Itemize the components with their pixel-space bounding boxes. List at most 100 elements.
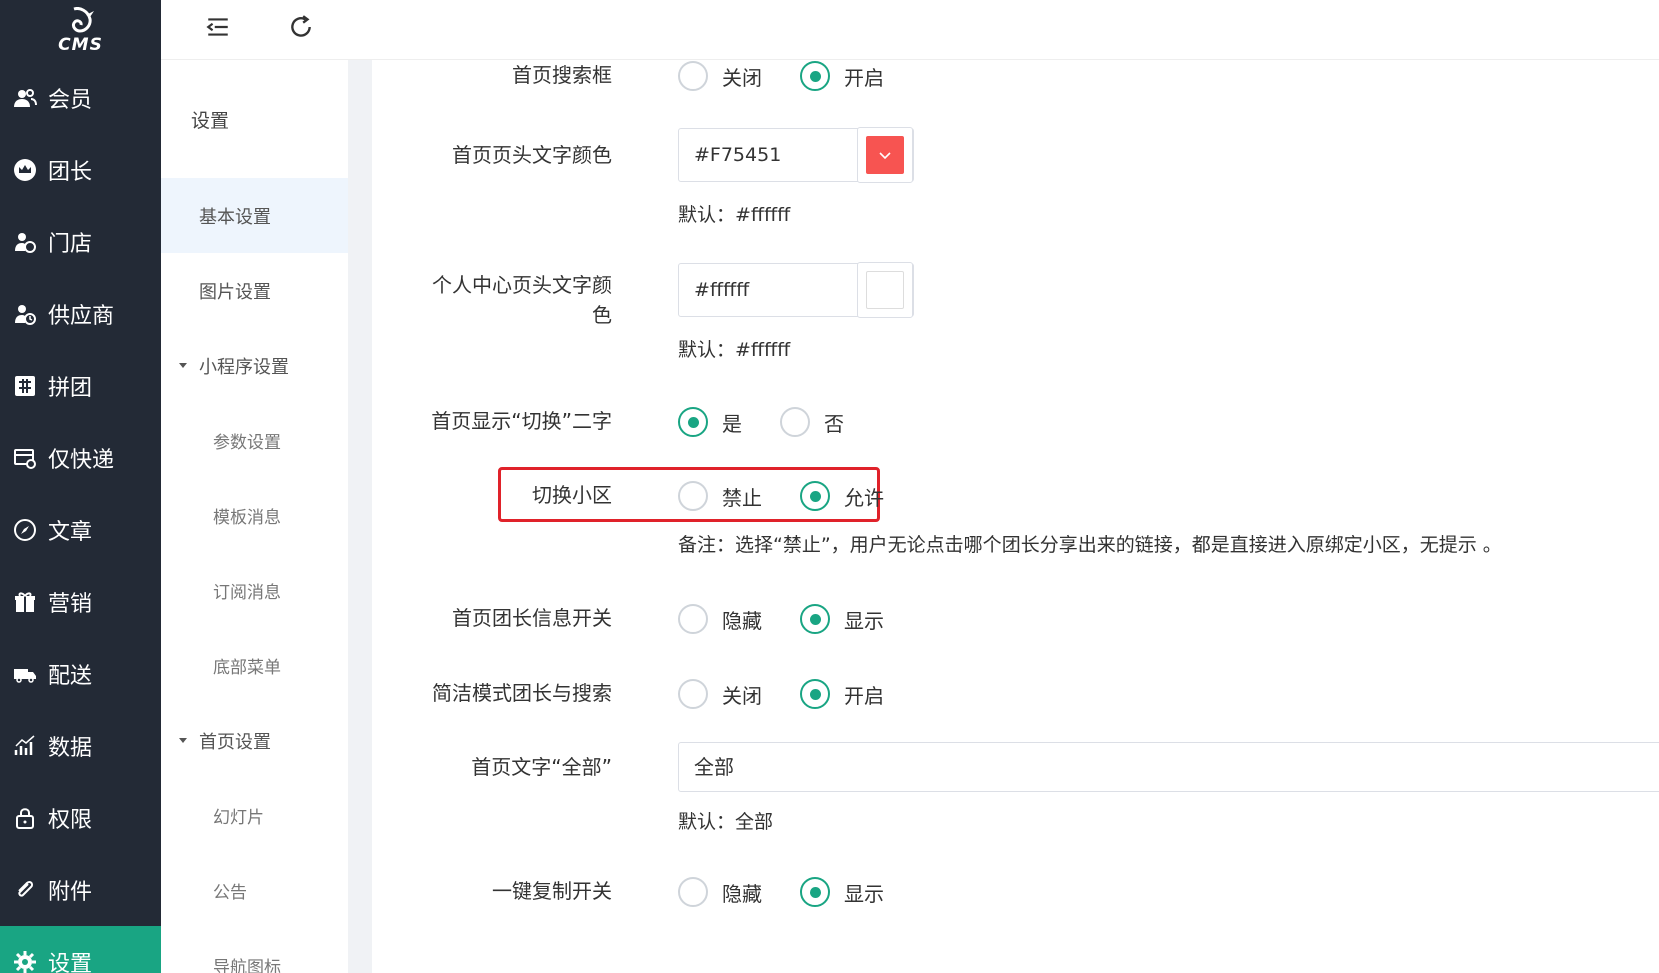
sidebar-item-attachments[interactable]: 附件 <box>0 854 161 926</box>
simple-mode-label: 简洁模式团长与搜索 <box>432 681 612 705</box>
sidebar-item-leaders[interactable]: 团长 <box>0 134 161 206</box>
search-box-label: 首页搜索框 <box>512 63 612 87</box>
sidebar-item-members[interactable]: 会员 <box>0 62 161 134</box>
switch-community-label: 切换小区 <box>532 483 612 507</box>
leader-info-radio-group: 隐藏 显示 <box>678 604 922 634</box>
radio-label: 显示 <box>844 881 884 906</box>
header-color-picker[interactable]: #F75451 <box>678 127 914 183</box>
sidebar-item-suppliers[interactable]: 供应商 <box>0 278 161 350</box>
radio-label: 隐藏 <box>722 881 762 906</box>
radio-show-yes[interactable]: 是 <box>678 407 742 437</box>
sidebar-item-label: 门店 <box>48 232 93 257</box>
sidebar-item-articles[interactable]: 文章 <box>0 494 161 566</box>
radio-circle <box>678 61 708 91</box>
refresh-icon[interactable] <box>286 12 316 42</box>
label-line: 色 <box>592 303 612 327</box>
truck-icon <box>12 661 38 687</box>
radio-circle-selected <box>678 407 708 437</box>
switch-community-note: 备注：选择“禁止”，用户无论点击哪个团长分享出来的链接，都是直接进入原绑定小区，… <box>678 534 1502 556</box>
center-color-value[interactable]: #ffffff <box>679 264 857 316</box>
subnav-item-slides[interactable]: 幻灯片 <box>161 778 348 853</box>
leader-info-label: 首页团长信息开关 <box>452 606 612 630</box>
subnav-item-bottom-menu[interactable]: 底部菜单 <box>161 628 348 703</box>
radio-circle <box>678 679 708 709</box>
main-sidebar: CMS 会员 团长 门店 供应商 拼团 仅快递 文章 营销 配送 数据 权限 附… <box>0 0 161 973</box>
chart-icon <box>12 733 38 759</box>
subnav-item-nav-icons[interactable]: 导航图标 <box>161 928 348 973</box>
sidebar-item-marketing[interactable]: 营销 <box>0 566 161 638</box>
subnav-item-template-msg[interactable]: 模板消息 <box>161 478 348 553</box>
radio-label: 隐藏 <box>722 608 762 633</box>
center-color-picker[interactable]: #ffffff <box>678 262 914 318</box>
sidebar-item-label: 会员 <box>48 88 93 113</box>
copy-switch-radio-group: 隐藏 显示 <box>678 877 922 907</box>
radio-simple-on[interactable]: 开启 <box>800 679 884 709</box>
group-buy-icon <box>12 373 38 399</box>
radio-leader-hide[interactable]: 隐藏 <box>678 604 762 634</box>
search-box-radio-group: 关闭 开启 <box>678 61 922 91</box>
header-color-value[interactable]: #F75451 <box>679 129 857 181</box>
sidebar-item-settings[interactable]: 设置 <box>0 926 161 973</box>
compass-icon <box>12 517 38 543</box>
all-text-input[interactable]: 全部 <box>678 742 1659 792</box>
supplier-icon <box>12 301 38 327</box>
sidebar-item-express[interactable]: 仅快递 <box>0 422 161 494</box>
center-color-swatch-button[interactable] <box>857 262 913 318</box>
sidebar-item-label: 文章 <box>48 520 93 545</box>
radio-copy-show[interactable]: 显示 <box>800 877 884 907</box>
chevron-down-icon <box>879 152 891 160</box>
subnav-item-images[interactable]: 图片设置 <box>161 253 348 328</box>
radio-label: 否 <box>824 411 844 436</box>
radio-label: 禁止 <box>722 485 762 510</box>
radio-circle-selected <box>800 604 830 634</box>
center-color-hint: 默认：#ffffff <box>678 339 791 361</box>
menu-fold-icon[interactable] <box>203 12 233 42</box>
paperclip-icon <box>12 877 38 903</box>
subnav-item-basic[interactable]: 基本设置 <box>161 178 348 253</box>
bird-logo-icon <box>60 7 102 39</box>
radio-search-on[interactable]: 开启 <box>800 61 884 91</box>
sidebar-item-group-buy[interactable]: 拼团 <box>0 350 161 422</box>
sidebar-item-label: 供应商 <box>48 304 115 329</box>
radio-circle-selected <box>800 679 830 709</box>
subnav-group-homepage[interactable]: 首页设置 <box>161 703 348 778</box>
subnav-group-miniprogram[interactable]: 小程序设置 <box>161 328 348 403</box>
lock-icon <box>12 805 38 831</box>
radio-simple-off[interactable]: 关闭 <box>678 679 762 709</box>
caret-down-icon <box>179 363 187 368</box>
radio-circle-selected <box>800 61 830 91</box>
sidebar-item-label: 拼团 <box>48 376 93 401</box>
radio-copy-hide[interactable]: 隐藏 <box>678 877 762 907</box>
radio-leader-show[interactable]: 显示 <box>800 604 884 634</box>
color-swatch <box>866 136 904 174</box>
radio-search-off[interactable]: 关闭 <box>678 61 762 91</box>
show-switch-label: 首页显示“切换”二字 <box>431 409 612 433</box>
sidebar-item-delivery[interactable]: 配送 <box>0 638 161 710</box>
subnav-group-label: 首页设置 <box>199 731 271 753</box>
subnav-item-notice[interactable]: 公告 <box>161 853 348 928</box>
gear-icon <box>12 949 38 973</box>
gift-icon <box>12 589 38 615</box>
logo[interactable]: CMS <box>0 0 161 62</box>
radio-label: 是 <box>722 411 742 436</box>
show-switch-radio-group: 是 否 <box>678 407 882 437</box>
label-line: 个人中心页头文字颜 <box>432 273 612 297</box>
subnav-item-subscribe-msg[interactable]: 订阅消息 <box>161 553 348 628</box>
header-color-swatch-button[interactable] <box>857 127 913 183</box>
radio-circle-selected <box>800 877 830 907</box>
express-icon <box>12 445 38 471</box>
sidebar-item-permissions[interactable]: 权限 <box>0 782 161 854</box>
radio-community-forbid[interactable]: 禁止 <box>678 481 762 511</box>
radio-label: 关闭 <box>722 65 762 90</box>
sidebar-item-stores[interactable]: 门店 <box>0 206 161 278</box>
sidebar-item-data[interactable]: 数据 <box>0 710 161 782</box>
simple-mode-radio-group: 关闭 开启 <box>678 679 922 709</box>
radio-label: 开启 <box>844 683 884 708</box>
radio-show-no[interactable]: 否 <box>780 407 844 437</box>
radio-community-allow[interactable]: 允许 <box>800 481 884 511</box>
top-bar <box>161 0 1659 60</box>
settings-form: 首页搜索框 关闭 开启 首页页头文字颜色 #F75451 默认：#ffffff … <box>372 60 1659 973</box>
radio-label: 允许 <box>844 485 884 510</box>
sidebar-item-label: 仅快递 <box>48 448 115 473</box>
subnav-item-params[interactable]: 参数设置 <box>161 403 348 478</box>
